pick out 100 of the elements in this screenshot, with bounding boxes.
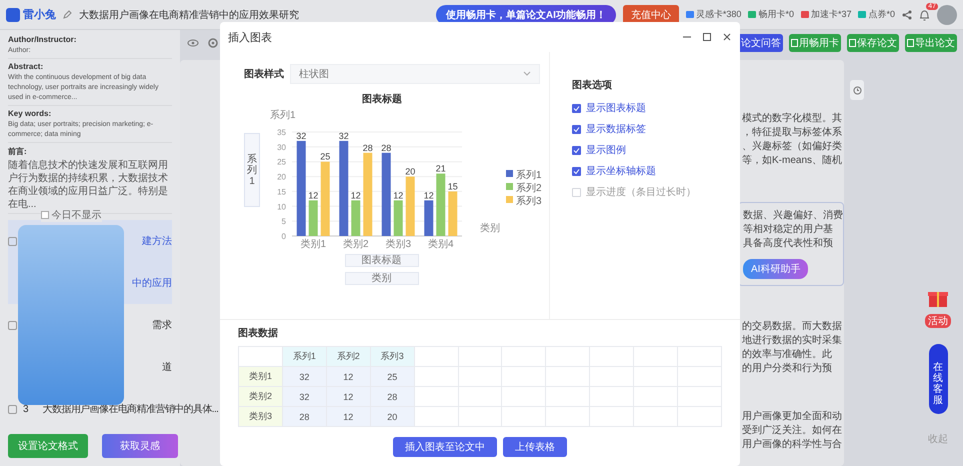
- category-label: 类别1: [300, 239, 326, 250]
- dialog-button[interactable]: 插入图表至论文中: [393, 437, 497, 457]
- axis-tick-label: 35: [277, 128, 286, 137]
- category-label: 类别4: [428, 239, 454, 250]
- data-label: 12: [308, 190, 318, 200]
- toolbar-button[interactable]: 导出论文: [905, 34, 957, 52]
- paragraph-line: 受到广泛关注。如何在: [742, 424, 843, 438]
- check-icon: [572, 146, 581, 154]
- x-axis-label: 类别: [480, 223, 500, 234]
- table-cell[interactable]: 12: [326, 406, 370, 426]
- recharge-button[interactable]: 充值中心: [622, 4, 679, 24]
- promo-banner[interactable]: 使用畅用卡，单篇论文AI功能畅用！: [436, 4, 616, 24]
- pencil-icon[interactable]: [63, 10, 72, 19]
- gift-label: 活动: [925, 314, 951, 328]
- bar: [394, 200, 403, 236]
- dialog-title: 插入图表: [228, 30, 272, 44]
- expand-toggle[interactable]: [8, 320, 17, 330]
- format-button[interactable]: 设置论文格式: [8, 434, 88, 458]
- table-row-header[interactable]: 类别3: [238, 406, 282, 426]
- bar: [406, 176, 415, 236]
- outline-item[interactable]: 中的应用: [132, 276, 172, 290]
- table-cell[interactable]: 12: [326, 386, 370, 406]
- maximize-icon[interactable]: [702, 32, 712, 42]
- table-row-header[interactable]: 类别2: [238, 386, 282, 406]
- logo-text: 雷小兔: [23, 8, 56, 22]
- history-icon[interactable]: [852, 86, 862, 94]
- table-row-header[interactable]: 类别1: [238, 366, 282, 386]
- table-cell[interactable]: 12: [326, 366, 370, 386]
- expand-toggle[interactable]: [8, 404, 17, 414]
- bar: [448, 191, 458, 236]
- check-icon: [572, 166, 581, 176]
- checkbox[interactable]: [40, 211, 48, 219]
- section-heading: 前言:: [8, 146, 28, 157]
- legend-label: 系列2: [516, 182, 542, 194]
- options-heading: 图表选项: [572, 78, 613, 92]
- legend-item: 系列1: [506, 170, 542, 181]
- bell-icon[interactable]: [919, 8, 930, 20]
- bar: [351, 200, 360, 236]
- bar: [424, 200, 434, 236]
- legend-item: 系列3: [506, 196, 542, 207]
- avatar[interactable]: [937, 4, 957, 24]
- checkbox-label: 显示进度（条目过长时）: [586, 186, 696, 199]
- expand-toggle[interactable]: [8, 236, 17, 246]
- checkbox-label: 显示数据标签: [586, 122, 646, 136]
- outline-item[interactable]: 需求: [152, 318, 172, 332]
- table-cell[interactable]: 32: [282, 386, 326, 406]
- close-icon[interactable]: [722, 32, 732, 42]
- chart-title-field[interactable]: 图表标题: [344, 254, 418, 267]
- legend-item: 系列2: [506, 183, 542, 194]
- checkbox[interactable]: [572, 104, 581, 112]
- logo-icon: [6, 8, 20, 22]
- ai-assistant-button[interactable]: AI科研助手: [743, 259, 808, 279]
- card-count[interactable]: 加速卡*37: [810, 8, 852, 21]
- table-header[interactable]: 系列2: [326, 346, 370, 366]
- axis-title-field[interactable]: 系列1: [244, 133, 260, 207]
- data-label: 12: [424, 190, 434, 200]
- y-axis-label: 系列1: [270, 110, 296, 121]
- axis-tick-label: 20: [277, 172, 286, 182]
- axis-title-field[interactable]: 类别: [344, 272, 418, 285]
- category-label: 类别3: [385, 239, 412, 250]
- paragraph-line: 、兴趣标签（如偏好类: [742, 140, 843, 154]
- checkbox[interactable]: [572, 188, 581, 196]
- data-label: 12: [393, 190, 404, 200]
- document-icon: [849, 39, 856, 47]
- section-heading: Author/Instructor:: [8, 35, 78, 44]
- toolbar-button[interactable]: 保存论文: [847, 34, 899, 52]
- table-cell[interactable]: 32: [282, 366, 326, 386]
- table-cell[interactable]: 28: [282, 406, 326, 426]
- axis-tick-label: 0: [282, 232, 286, 241]
- checkbox[interactable]: [572, 146, 581, 154]
- checkbox-label: 显示图表标题: [586, 102, 646, 115]
- paragraph-line: 等相对稳定的用户基: [743, 223, 834, 237]
- card-count[interactable]: 畅用卡*0: [758, 8, 794, 21]
- paragraph-line: 等，如K-means、随机: [742, 154, 844, 168]
- table-cell[interactable]: 20: [370, 406, 414, 426]
- outline-item[interactable]: 建方法: [142, 234, 172, 248]
- data-label: 21: [436, 164, 446, 174]
- table-cell[interactable]: 28: [370, 386, 414, 406]
- data-label: 32: [296, 130, 306, 141]
- promo-popup[interactable]: [18, 225, 124, 405]
- checkbox[interactable]: [572, 124, 581, 134]
- share-icon[interactable]: [902, 10, 912, 20]
- legend-label: 系列3: [516, 195, 542, 207]
- data-label: 20: [405, 166, 416, 177]
- card-count[interactable]: 点券*0: [868, 8, 895, 21]
- axis-tick-label: 30: [277, 142, 286, 152]
- online-service-button[interactable]: 在线客服: [928, 344, 948, 414]
- inspiration-button[interactable]: 获取灵感: [102, 434, 178, 458]
- chart-type-dropdown[interactable]: 柱状图: [290, 64, 540, 84]
- toolbar-button[interactable]: 用畅用卡: [789, 34, 841, 52]
- settings-icon[interactable]: [206, 36, 220, 50]
- axis-tick-label: 15: [277, 187, 286, 196]
- table-cell[interactable]: 25: [370, 366, 414, 386]
- dialog-button[interactable]: 上传表格: [503, 437, 567, 457]
- card-count[interactable]: 灵感卡*380: [696, 8, 742, 21]
- category-label: 类别2: [342, 239, 369, 250]
- table-header[interactable]: 系列1: [282, 346, 326, 366]
- table-header[interactable]: 系列3: [370, 346, 414, 366]
- checkbox[interactable]: [572, 166, 581, 176]
- outline-item[interactable]: 道: [162, 360, 172, 374]
